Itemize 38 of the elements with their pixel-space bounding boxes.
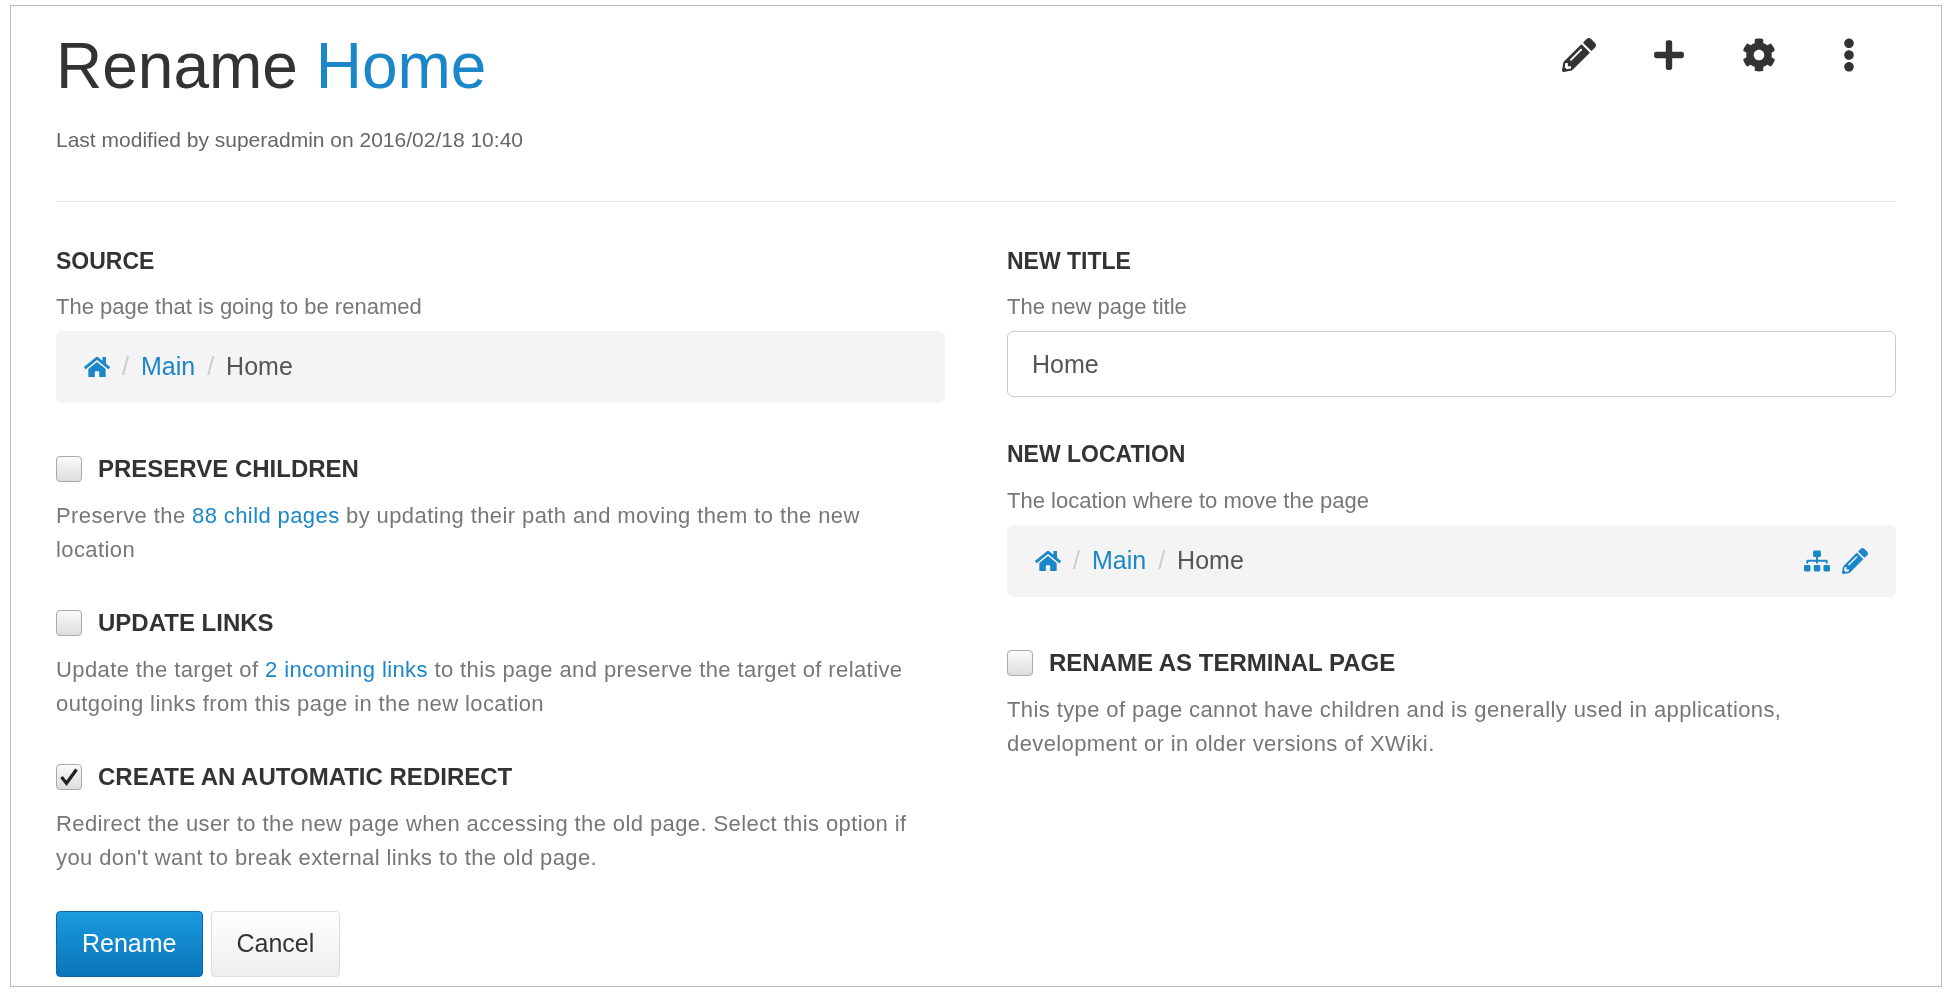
breadcrumb-link[interactable]: Main xyxy=(1091,541,1147,580)
option-description: This type of page cannot have children and is generally used in applications, development or in older versions of XWiki. xyxy=(1007,695,1783,758)
section-hint: The page that is going to be renamed xyxy=(56,293,423,321)
inline-link[interactable]: 2 incoming links xyxy=(265,657,428,682)
breadcrumb-link[interactable]: Main xyxy=(140,348,196,386)
breadcrumb-current: Home xyxy=(1177,544,1244,576)
option-label: RENAME AS TERMINAL PAGE xyxy=(1049,647,1396,678)
section-hint: The location where to move the page xyxy=(1007,486,1370,515)
option-label: PRESERVE CHILDREN xyxy=(98,454,359,484)
section-label: NEW LOCATION xyxy=(1007,440,1187,469)
rename-button[interactable]: Rename xyxy=(56,911,203,977)
breadcrumb-separator: / xyxy=(207,351,215,383)
option-label: CREATE AN AUTOMATIC REDIRECT xyxy=(98,762,513,792)
inline-link[interactable]: 88 child pages xyxy=(192,503,340,528)
settings-icon[interactable] xyxy=(1742,38,1776,72)
breadcrumb-separator: / xyxy=(1073,544,1080,576)
option-description: Update the target of 2 incoming links to this page and preserve the target of relative outgoing links from this page in the new location xyxy=(56,656,904,718)
checkbox[interactable] xyxy=(56,610,82,636)
plus-icon[interactable] xyxy=(1652,38,1686,72)
option-description: Preserve the 88 child pages by updating their path and moving them to the new location xyxy=(56,502,861,564)
option-description: Redirect the user to the new page when accessing the old page. Select this option if you don't want to break external links to the old page. xyxy=(56,810,908,872)
section-label: SOURCE xyxy=(56,246,156,276)
section-hint: The new page title xyxy=(1007,293,1188,321)
breadcrumb-current: Home xyxy=(226,351,293,383)
home-icon[interactable] xyxy=(84,354,110,380)
breadcrumb-separator: / xyxy=(1158,544,1166,576)
pencil-icon[interactable] xyxy=(1562,38,1596,72)
checkmark-icon xyxy=(59,767,79,787)
checkbox[interactable] xyxy=(1007,649,1033,676)
title-input-field[interactable]: Home xyxy=(1007,331,1896,397)
last-modified-text: Last modified by superadmin on 2016/02/18 10:40 xyxy=(56,127,524,153)
option-label: UPDATE LINKS xyxy=(98,608,274,638)
checkbox[interactable] xyxy=(56,456,82,482)
page-title: Rename Home xyxy=(56,29,487,104)
cancel-button[interactable]: Cancel xyxy=(210,911,341,977)
breadcrumb-separator: / xyxy=(122,351,129,383)
checkbox[interactable] xyxy=(56,764,82,790)
section-label: NEW TITLE xyxy=(1007,246,1132,276)
